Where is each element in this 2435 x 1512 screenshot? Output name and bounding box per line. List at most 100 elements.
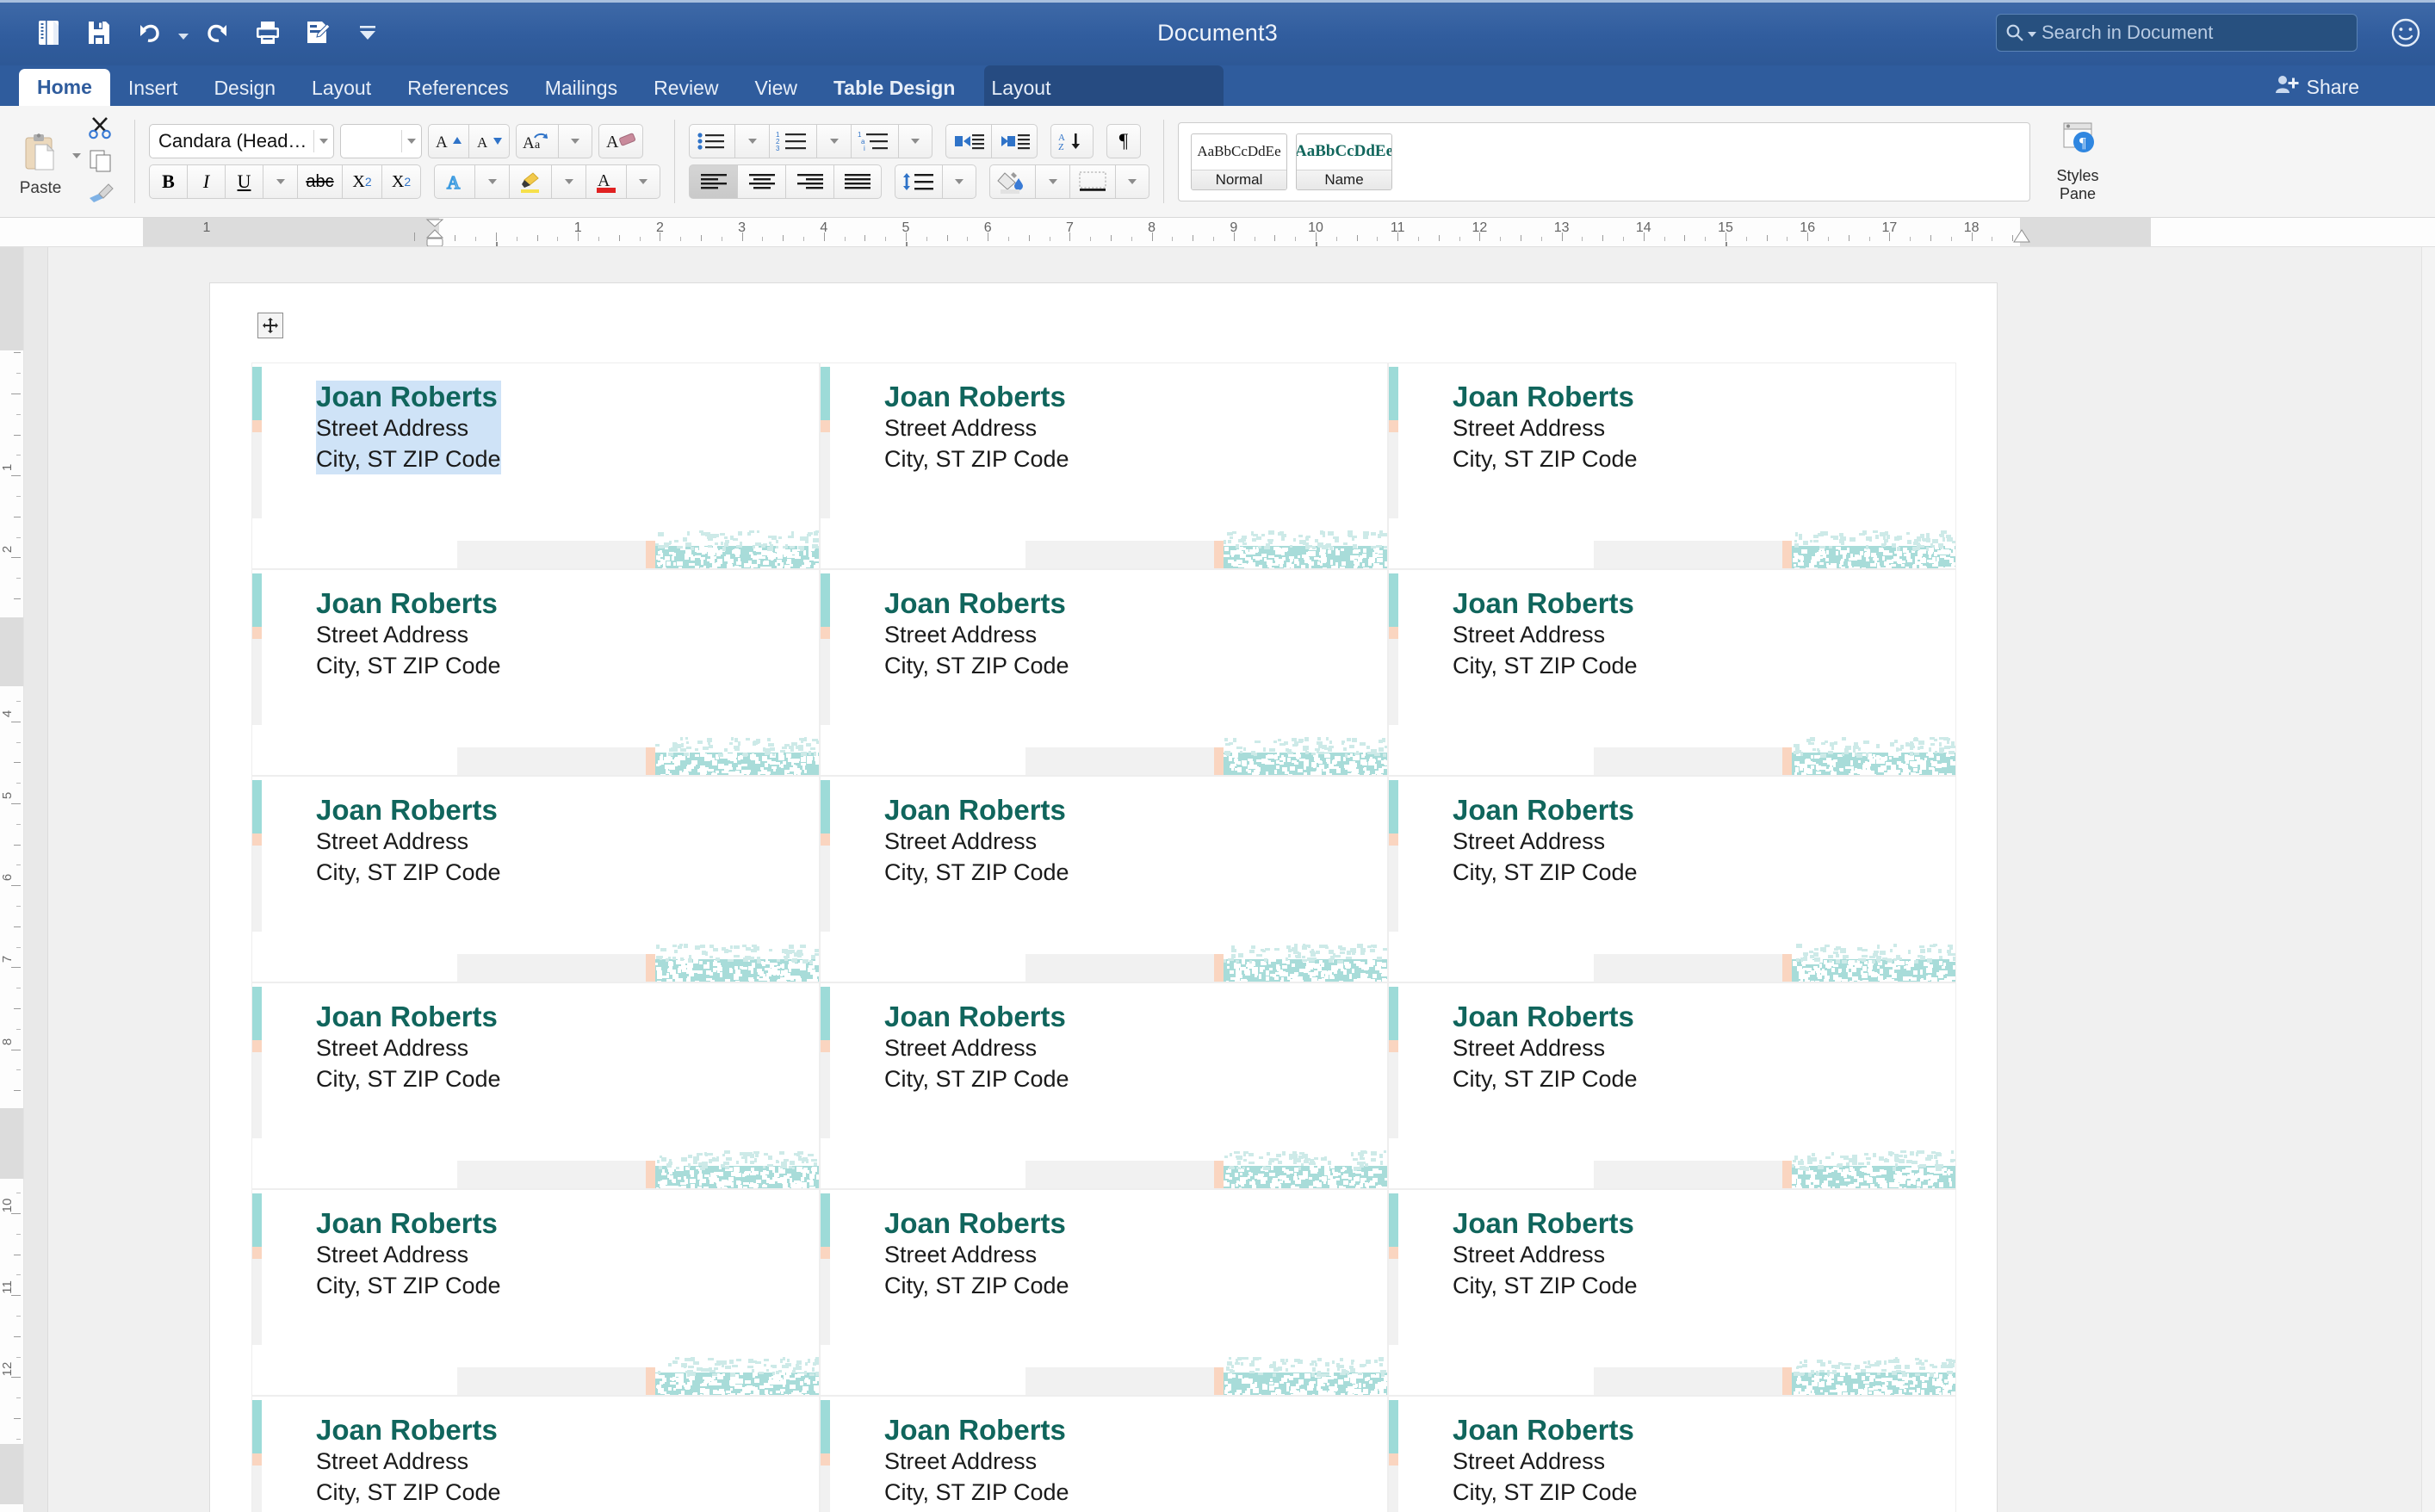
right-indent-marker[interactable]	[2011, 226, 2032, 246]
clear-formatting-button[interactable]: A	[598, 124, 643, 158]
line-spacing-button[interactable]	[895, 164, 942, 199]
tab-layout[interactable]: Layout	[294, 71, 389, 106]
label-text-block[interactable]: Joan Roberts Street Address City, ST ZIP C…	[884, 1207, 1069, 1301]
borders-button[interactable]	[1069, 164, 1115, 199]
tab-view[interactable]: View	[737, 71, 815, 106]
search-box[interactable]	[1996, 14, 2358, 52]
label-text-block[interactable]: Joan Roberts Street Address City, ST ZIP C…	[1453, 381, 1638, 474]
label-cell[interactable]: Joan Roberts Street Address City, ST ZIP C…	[820, 1396, 1388, 1512]
font-color-button[interactable]: A	[586, 164, 626, 199]
label-cell[interactable]: Joan Roberts Street Address City, ST ZIP C…	[251, 1396, 820, 1512]
label-text-block[interactable]: Joan Roberts Street Address City, ST ZIP C…	[1453, 1414, 1638, 1508]
view-switcher-icon[interactable]	[24, 10, 74, 55]
tab-references[interactable]: References	[389, 71, 527, 106]
format-painter-icon[interactable]	[86, 181, 115, 208]
label-text-block[interactable]: Joan Roberts Street Address City, ST ZIP C…	[884, 381, 1069, 474]
tab-table-layout[interactable]: Layout	[973, 71, 1069, 106]
shading-button[interactable]	[989, 164, 1035, 199]
font-size-box[interactable]	[340, 124, 422, 158]
feedback-smiley-icon[interactable]	[2390, 17, 2421, 53]
paste-button[interactable]: Paste	[9, 126, 72, 198]
move-table-icon[interactable]	[257, 313, 283, 338]
multilevel-list-caret[interactable]	[898, 124, 932, 158]
text-effects-caret[interactable]	[474, 164, 509, 199]
styles-gallery[interactable]: AaBbCcDdEe Normal AaBbCcDdEe Name	[1178, 121, 2030, 201]
label-cell[interactable]: Joan Roberts Street Address City, ST ZIP C…	[251, 776, 820, 982]
redo-icon[interactable]	[193, 10, 243, 55]
label-text-block[interactable]: Joan Roberts Street Address City, ST ZIP C…	[884, 1414, 1069, 1508]
italic-button[interactable]: I	[187, 164, 225, 199]
align-right-button[interactable]	[785, 164, 833, 199]
label-text-block[interactable]: Joan Roberts Street Address City, ST ZIP C…	[1453, 587, 1638, 681]
horizontal-ruler[interactable]: 1123456789101112131415161718190	[0, 218, 2435, 247]
vertical-ruler[interactable]: 12345678910111213	[0, 247, 24, 1512]
label-table[interactable]: Joan Roberts Street Address City, ST ZIP C…	[251, 363, 1956, 1512]
label-text-block[interactable]: Joan Roberts Street Address City, ST ZIP C…	[316, 587, 501, 681]
line-spacing-caret[interactable]	[942, 164, 976, 199]
label-text-block[interactable]: Joan Roberts Street Address City, ST ZIP C…	[316, 1001, 501, 1094]
undo-icon[interactable]	[124, 10, 174, 55]
label-cell[interactable]: Joan Roberts Street Address City, ST ZIP C…	[1388, 1396, 1956, 1512]
underline-button[interactable]: U	[225, 164, 263, 199]
shrink-font-button[interactable]: A	[468, 124, 510, 158]
label-text-block[interactable]: Joan Roberts Street Address City, ST ZIP C…	[884, 587, 1069, 681]
document-page[interactable]: Joan Roberts Street Address City, ST ZIP C…	[210, 283, 1997, 1512]
vertical-scrollbar[interactable]	[2421, 247, 2435, 1512]
label-text-block[interactable]: Joan Roberts Street Address City, ST ZIP C…	[316, 1207, 501, 1301]
sort-az-button[interactable]: A Z	[1050, 124, 1094, 158]
label-text-block[interactable]: Joan Roberts Street Address City, ST ZIP C…	[316, 794, 501, 888]
customize-toolbar-icon[interactable]	[343, 10, 393, 55]
tab-review[interactable]: Review	[635, 71, 736, 106]
label-cell[interactable]: Joan Roberts Street Address City, ST ZIP C…	[251, 569, 820, 776]
align-left-button[interactable]	[689, 164, 737, 199]
label-cell[interactable]: Joan Roberts Street Address City, ST ZIP C…	[251, 1189, 820, 1396]
paste-dropdown-caret[interactable]	[72, 152, 81, 158]
grow-font-button[interactable]: A	[428, 124, 468, 158]
bold-button[interactable]: B	[149, 164, 187, 199]
label-cell[interactable]: Joan Roberts Street Address City, ST ZIP C…	[820, 1189, 1388, 1396]
highlight-caret[interactable]	[551, 164, 586, 199]
quick-print-edit-icon[interactable]	[293, 10, 343, 55]
align-center-button[interactable]	[737, 164, 785, 199]
superscript-button[interactable]: X2	[381, 164, 421, 199]
tab-design[interactable]: Design	[195, 71, 294, 106]
styles-pane-button[interactable]: ¶ Styles Pane	[2030, 121, 2125, 202]
tab-mailings[interactable]: Mailings	[527, 71, 635, 106]
highlight-button[interactable]	[509, 164, 551, 199]
document-canvas[interactable]: Joan Roberts Street Address City, ST ZIP C…	[48, 247, 2435, 1512]
label-cell[interactable]: Joan Roberts Street Address City, ST ZIP C…	[1388, 1189, 1956, 1396]
increase-indent-button[interactable]	[991, 124, 1038, 158]
label-text-block[interactable]: Joan Roberts Street Address City, ST ZIP C…	[884, 794, 1069, 888]
strikethrough-button[interactable]: abc	[297, 164, 342, 199]
borders-caret[interactable]	[1115, 164, 1149, 199]
subscript-button[interactable]: X2	[342, 164, 381, 199]
font-name-caret[interactable]	[319, 139, 329, 144]
multilevel-list-button[interactable]: 1 a i	[851, 124, 898, 158]
font-size-caret[interactable]	[407, 139, 416, 144]
save-icon[interactable]	[74, 10, 124, 55]
label-cell[interactable]: Joan Roberts Street Address City, ST ZIP C…	[251, 982, 820, 1189]
search-input[interactable]	[2042, 22, 2348, 44]
font-name-box[interactable]: Candara (Head…	[149, 124, 334, 158]
label-cell[interactable]: Joan Roberts Street Address City, ST ZIP C…	[251, 363, 820, 569]
underline-caret[interactable]	[263, 164, 297, 199]
label-cell[interactable]: Joan Roberts Street Address City, ST ZIP C…	[1388, 363, 1956, 569]
show-formatting-marks-button[interactable]: ¶	[1106, 124, 1141, 158]
label-cell[interactable]: Joan Roberts Street Address City, ST ZIP C…	[1388, 982, 1956, 1189]
label-cell[interactable]: Joan Roberts Street Address City, ST ZIP C…	[1388, 569, 1956, 776]
label-text-block[interactable]: Joan Roberts Street Address City, ST ZIP C…	[1453, 1001, 1638, 1094]
shading-caret[interactable]	[1035, 164, 1069, 199]
label-cell[interactable]: Joan Roberts Street Address City, ST ZIP C…	[820, 776, 1388, 982]
label-cell[interactable]: Joan Roberts Street Address City, ST ZIP C…	[1388, 776, 1956, 982]
copy-icon[interactable]	[86, 149, 115, 177]
search-options-caret[interactable]	[2028, 32, 2036, 37]
label-text-block[interactable]: Joan Roberts Street Address City, ST ZIP C…	[316, 381, 501, 475]
numbering-button[interactable]: 1 2 3	[769, 124, 816, 158]
share-button[interactable]: Share	[2275, 74, 2359, 100]
label-text-block[interactable]: Joan Roberts Street Address City, ST ZIP C…	[1453, 794, 1638, 888]
label-text-block[interactable]: Joan Roberts Street Address City, ST ZIP C…	[1453, 1207, 1638, 1301]
bullets-caret[interactable]	[734, 124, 769, 158]
tab-insert[interactable]: Insert	[110, 71, 196, 106]
bullets-button[interactable]	[689, 124, 734, 158]
style-tile-name[interactable]: AaBbCcDdEe Name	[1296, 133, 1392, 190]
